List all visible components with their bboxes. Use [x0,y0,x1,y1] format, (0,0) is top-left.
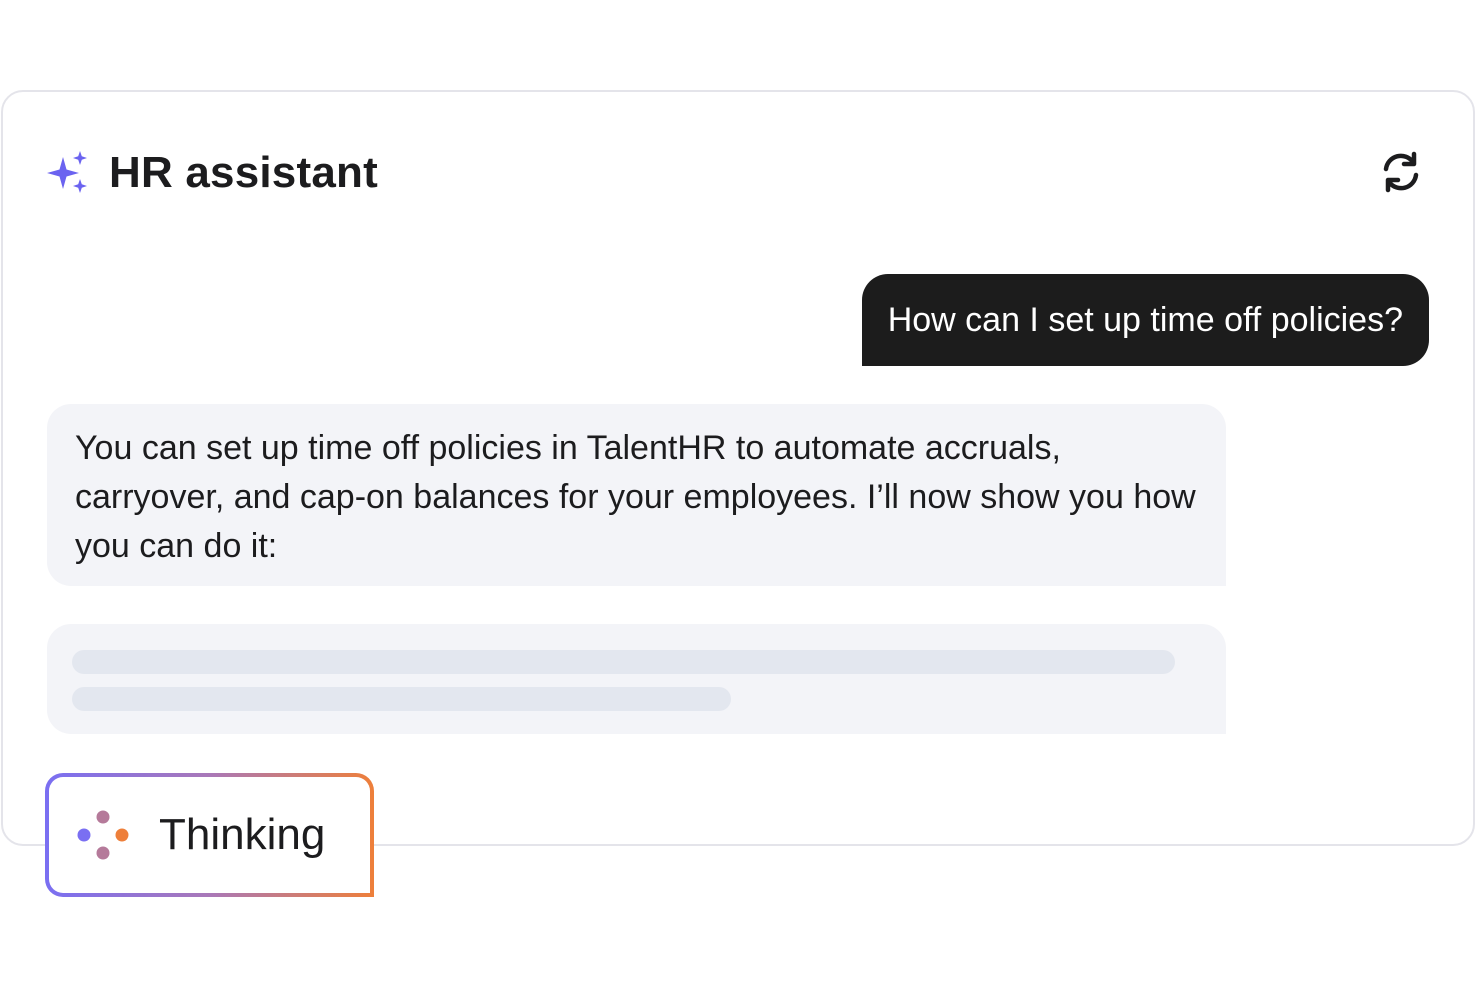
thinking-indicator-inner: Thinking [49,777,370,893]
assistant-message-bubble: You can set up time off policies in Tale… [47,404,1226,586]
assistant-loading-bubble [47,624,1226,734]
sparkle-icon [47,151,91,195]
thinking-dots-icon [75,807,131,863]
chat-header: HR assistant [47,148,378,198]
refresh-icon[interactable] [1379,150,1423,194]
chat-panel: HR assistant How can I set up time off p… [1,90,1475,846]
thinking-label: Thinking [159,810,326,859]
skeleton-line [72,650,1175,674]
skeleton-line [72,687,731,711]
thinking-indicator: Thinking [45,773,374,897]
user-message-bubble: How can I set up time off policies? [861,274,1429,366]
page-title: HR assistant [109,148,378,197]
